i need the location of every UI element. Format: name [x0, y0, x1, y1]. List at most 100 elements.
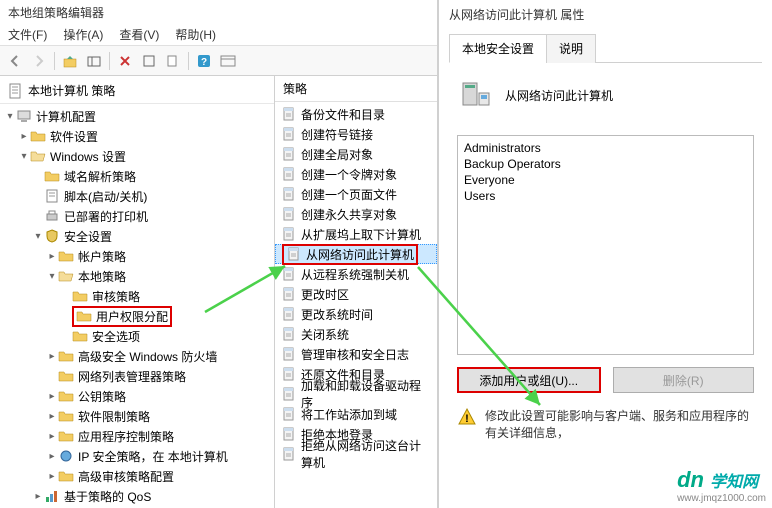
policy-icon [281, 186, 297, 202]
folder-icon [58, 348, 74, 364]
policy-icon [281, 326, 297, 342]
tree-item[interactable]: ▾安全设置 [4, 226, 274, 246]
policy-item-label: 创建全局对象 [301, 146, 373, 163]
tree-item[interactable]: ▾Windows 设置 [4, 146, 274, 166]
computer-icon [16, 108, 32, 124]
remove-button[interactable]: 删除(R) [613, 367, 755, 393]
ipsec-icon [58, 448, 74, 464]
menu-view[interactable]: 查看(V) [119, 26, 159, 43]
expand-toggle[interactable]: ▸ [46, 391, 58, 402]
policy-item[interactable]: 创建永久共享对象 [275, 204, 437, 224]
policy-item[interactable]: 创建一个页面文件 [275, 184, 437, 204]
security-icon [44, 228, 60, 244]
menu-file[interactable]: 文件(F) [8, 26, 47, 43]
toolbar-separator [109, 52, 110, 70]
tree-item-label: 网络列表管理器策略 [78, 368, 186, 385]
tree-item[interactable]: ▸公钥策略 [4, 386, 274, 406]
expand-toggle[interactable]: ▸ [46, 451, 58, 462]
expand-toggle[interactable]: ▸ [46, 431, 58, 442]
warning-icon: ! [457, 407, 477, 427]
policy-item[interactable]: 从网络访问此计算机 [275, 244, 437, 264]
tree-item-label: 本地策略 [78, 268, 126, 285]
tree-item[interactable]: 安全选项 [4, 326, 274, 346]
folder-icon [30, 128, 46, 144]
tree-item-label: 安全选项 [92, 328, 140, 345]
toolbar-up[interactable] [59, 50, 81, 72]
expand-toggle[interactable]: ▸ [18, 131, 30, 142]
menu-help[interactable]: 帮助(H) [175, 26, 216, 43]
properties-dialog: 从网络访问此计算机 属性 本地安全设置 说明 从网络访问此计算机 Adminis… [438, 0, 772, 508]
expand-toggle[interactable]: ▾ [4, 111, 16, 122]
policy-item[interactable]: 从远程系统强制关机 [275, 264, 437, 284]
toolbar-back[interactable] [4, 50, 26, 72]
tree-item[interactable]: ▸高级审核策略配置 [4, 466, 274, 486]
window-title: 本地组策略编辑器 [0, 0, 437, 24]
tab-local-security[interactable]: 本地安全设置 [449, 34, 547, 63]
expand-toggle[interactable]: ▸ [46, 351, 58, 362]
tree-item[interactable]: 审核策略 [4, 286, 274, 306]
user-entry[interactable]: Backup Operators [464, 156, 747, 172]
tree-item[interactable]: ▸软件设置 [4, 126, 274, 146]
tree-item[interactable]: 脚本(启动/关机) [4, 186, 274, 206]
user-list[interactable]: AdministratorsBackup OperatorsEveryoneUs… [457, 135, 754, 355]
tabs: 本地安全设置 说明 [449, 33, 762, 63]
policy-icon [281, 406, 297, 422]
expand-toggle[interactable]: ▸ [32, 491, 44, 502]
watermark-logo: dn 学知网 www.jmqz1000.com [677, 467, 766, 504]
toolbar-help[interactable]: ? [193, 50, 215, 72]
policy-item[interactable]: 创建符号链接 [275, 124, 437, 144]
properties-body: 从网络访问此计算机 AdministratorsBackup Operators… [439, 63, 772, 455]
user-entry[interactable]: Administrators [464, 140, 747, 156]
expand-toggle[interactable]: ▾ [46, 271, 58, 282]
expand-toggle[interactable]: ▾ [32, 231, 44, 242]
toolbar-delete[interactable] [114, 50, 136, 72]
policy-item-label: 创建一个页面文件 [301, 186, 397, 203]
tree-item[interactable]: ▾ 本地策略 [4, 266, 274, 286]
tree-item[interactable]: 已部署的打印机 [4, 206, 274, 226]
policy-icon [281, 366, 297, 382]
add-user-button[interactable]: 添加用户或组(U)... [457, 367, 601, 393]
policy-item[interactable]: 关闭系统 [275, 324, 437, 344]
policy-item[interactable]: 更改系统时间 [275, 304, 437, 324]
tree-item[interactable]: ▸基于策略的 QoS [4, 486, 274, 506]
tree-item[interactable]: 域名解析策略 [4, 166, 274, 186]
list-header[interactable]: 策略 [275, 76, 437, 102]
policy-item[interactable]: 管理审核和安全日志 [275, 344, 437, 364]
tree-item[interactable]: ▾计算机配置 [4, 106, 274, 126]
expand-toggle[interactable]: ▸ [46, 411, 58, 422]
expand-toggle[interactable]: ▸ [46, 251, 58, 262]
policy-item[interactable]: 从扩展坞上取下计算机 [275, 224, 437, 244]
policy-item[interactable]: 更改时区 [275, 284, 437, 304]
toolbar-properties[interactable] [162, 50, 184, 72]
tree-item[interactable]: ▸ 软件限制策略 [4, 406, 274, 426]
expand-toggle[interactable]: ▾ [18, 151, 30, 162]
toolbar-forward[interactable] [28, 50, 50, 72]
tree-item-label: 脚本(启动/关机) [64, 188, 147, 205]
user-entry[interactable]: Everyone [464, 172, 747, 188]
policy-list-panel[interactable]: 策略 备份文件和目录创建符号链接创建全局对象创建一个令牌对象创建一个页面文件创建… [275, 76, 437, 508]
policy-item[interactable]: 备份文件和目录 [275, 104, 437, 124]
toolbar-show-hide[interactable] [83, 50, 105, 72]
expand-toggle[interactable]: ▸ [46, 471, 58, 482]
tree-item[interactable]: ▸高级安全 Windows 防火墙 [4, 346, 274, 366]
tree-item[interactable]: ▸帐户策略 [4, 246, 274, 266]
tree-item[interactable]: ▸IP 安全策略，在 本地计算机 [4, 446, 274, 466]
policy-item[interactable]: 加载和卸载设备驱动程序 [275, 384, 437, 404]
tree-item-label: 软件限制策略 [78, 408, 150, 425]
toolbar-export[interactable] [138, 50, 160, 72]
tree-root[interactable]: 本地计算机 策略 [0, 78, 274, 104]
tree-item[interactable]: 用户权限分配 [4, 306, 274, 326]
policy-item[interactable]: 创建一个令牌对象 [275, 164, 437, 184]
tab-explain[interactable]: 说明 [546, 34, 596, 63]
folder-open-icon [30, 148, 46, 164]
folder-open-icon [58, 268, 74, 284]
tree-panel[interactable]: 本地计算机 策略 ▾计算机配置▸软件设置▾Windows 设置域名解析策略脚本(… [0, 76, 275, 508]
svg-text:?: ? [201, 57, 207, 68]
tree-item[interactable]: ▸应用程序控制策略 [4, 426, 274, 446]
user-entry[interactable]: Users [464, 188, 747, 204]
policy-item[interactable]: 创建全局对象 [275, 144, 437, 164]
policy-item[interactable]: 拒绝从网络访问这台计算机 [275, 444, 437, 464]
tree-item[interactable]: 网络列表管理器策略 [4, 366, 274, 386]
toolbar-extra[interactable] [217, 50, 239, 72]
menu-action[interactable]: 操作(A) [63, 26, 103, 43]
